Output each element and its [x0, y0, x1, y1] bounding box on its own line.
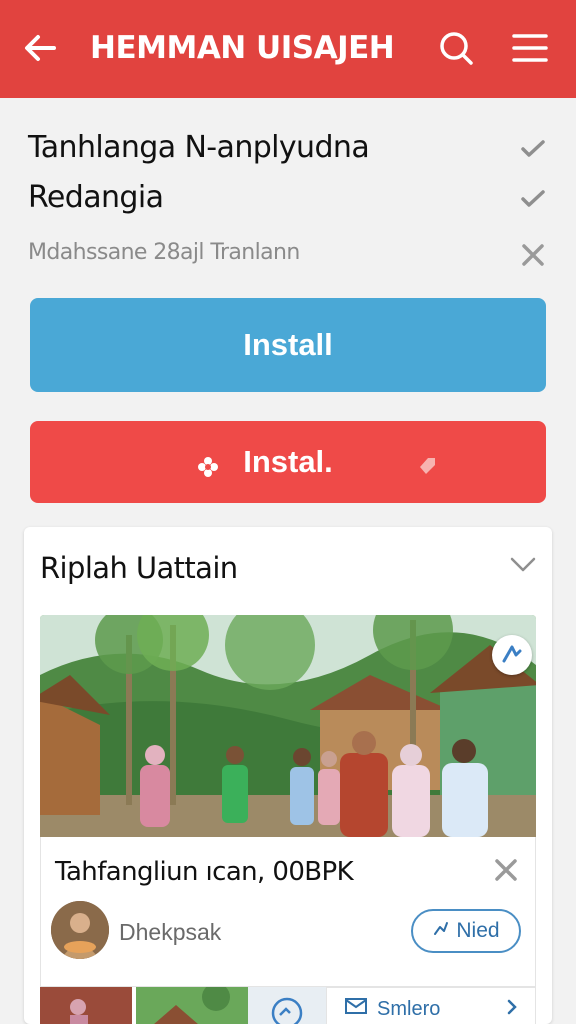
follow-button[interactable]: Nied [411, 909, 521, 953]
mini-action-button[interactable]: Smlero [326, 987, 536, 1024]
close-icon[interactable] [518, 240, 548, 270]
close-icon[interactable] [491, 855, 521, 885]
install-secondary-button[interactable]: Instal. [30, 421, 546, 503]
thumbnail[interactable] [40, 987, 132, 1024]
chevron-right-icon [503, 998, 521, 1016]
search-icon[interactable] [436, 28, 476, 68]
install-button-label: Install [243, 327, 333, 362]
flower-icon [196, 451, 220, 477]
item-title: Tahfangliun ıcan, 00BPK [55, 857, 354, 887]
card-title: Riplah Uattain [40, 551, 238, 585]
chevron-down-icon[interactable] [508, 549, 538, 579]
village-photo[interactable] [40, 615, 536, 837]
author-name: Dhekpsak [119, 919, 222, 945]
menu-icon[interactable] [508, 28, 552, 68]
pin-icon [432, 919, 450, 943]
content-card: Riplah Uattain Tahfangliun ıcan, 00BPK D… [24, 527, 552, 1024]
mail-icon [345, 997, 367, 1021]
check-icon [518, 134, 548, 164]
app-title: HEMMAN UISAJEH [90, 30, 395, 66]
back-arrow-icon[interactable] [20, 28, 60, 68]
item-details: Tahfangliun ıcan, 00BPK Dhekpsak Nied [40, 837, 536, 987]
follow-button-label: Nied [456, 919, 500, 942]
detail-line-1: Tanhlanga N-anplуudna [28, 130, 370, 165]
detail-line-3: Mdahssane 28ajl Tranlann [28, 240, 300, 265]
install-secondary-label: Instal. [243, 444, 333, 479]
tag-icon [416, 451, 440, 475]
detail-line-2: Redangia [28, 180, 164, 215]
thumbnail[interactable] [248, 987, 326, 1024]
thumbnail[interactable] [136, 987, 248, 1024]
app-bar: HEMMAN UISAJEH [0, 0, 576, 98]
mini-action-label: Smlero [377, 997, 441, 1020]
check-icon [518, 184, 548, 214]
install-button[interactable]: Install [30, 298, 546, 392]
avatar [51, 901, 109, 959]
share-icon[interactable] [492, 635, 532, 675]
thumbnail-strip: Smlero [40, 987, 536, 1024]
